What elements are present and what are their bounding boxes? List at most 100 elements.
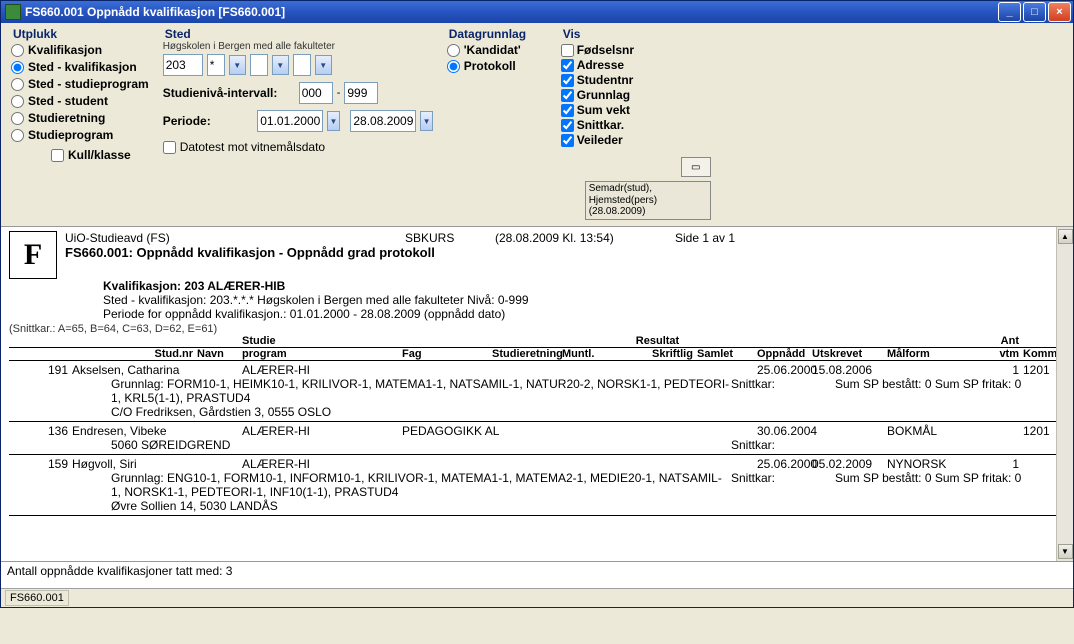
sted-legend: Sted (163, 27, 193, 41)
report-footer: Antall oppnådde kvalifikasjoner tatt med… (1, 561, 1073, 588)
lbl-sumvekt: Sum vekt (577, 103, 630, 117)
periode-to[interactable]: 28.08.2009 (350, 110, 416, 132)
utplukk-opt-sted-kvalifikasjon[interactable]: Sted - kvalifikasjon (11, 60, 149, 74)
sted-c[interactable] (293, 54, 311, 76)
dg-kandidat[interactable]: 'Kandidat' (447, 43, 547, 57)
window-title: FS660.001 Oppnådd kvalifikasjon [FS660.0… (25, 5, 996, 19)
label-sted-student: Sted - student (28, 94, 108, 108)
rpt-sted-line: Sted - kvalifikasjon: 203.*.*.* Høgskole… (103, 293, 1065, 307)
vis-snittkar[interactable]: Snittkar. (561, 118, 661, 132)
maximize-button[interactable]: □ (1023, 2, 1046, 22)
datotest-label: Datotest mot vitnemålsdato (180, 140, 325, 154)
ch-resultat: Resultat (636, 335, 679, 347)
person-row: 136 Endresen, Vibeke ALÆRER-HI PEDAGOGIK… (9, 422, 1065, 455)
scroll-down-icon[interactable]: ▼ (1058, 544, 1073, 559)
scroll-up-icon[interactable]: ▲ (1058, 229, 1073, 244)
radio-studieprogram[interactable] (11, 129, 24, 142)
radio-kvalifikasjon[interactable] (11, 44, 24, 57)
column-headers: Studie Resultat Ant (9, 335, 1065, 348)
lbl-adresse: Adresse (577, 58, 624, 72)
radio-sted-studieprogram[interactable] (11, 78, 24, 91)
label-kandidat: 'Kandidat' (464, 43, 521, 57)
radio-protokoll[interactable] (447, 60, 460, 73)
radio-sted-kvalifikasjon[interactable] (11, 61, 24, 74)
niv-from[interactable]: 000 (299, 82, 333, 104)
periode-to-dd-icon[interactable]: ▼ (420, 111, 432, 131)
sted-a[interactable]: * (207, 54, 225, 76)
cb-grunnlag[interactable] (561, 89, 574, 102)
utplukk-legend: Utplukk (11, 27, 59, 41)
ch-utskrevet: Utskrevet (812, 348, 862, 360)
app-window: FS660.001 Oppnådd kvalifikasjon [FS660.0… (0, 0, 1074, 608)
rpt-page: Side 1 av 1 (675, 231, 735, 245)
datagrunnlag-legend: Datagrunnlag (447, 27, 528, 41)
utplukk-opt-studieretning[interactable]: Studieretning (11, 111, 149, 125)
ch-samlet: Samlet (697, 348, 733, 360)
lbl-snittkar: Snittkar. (577, 118, 624, 132)
sted-fieldset: Sted Høgskolen i Bergen med alle fakulte… (163, 27, 433, 76)
vis-grunnlag[interactable]: Grunnlag (561, 88, 661, 102)
vis-studentnr[interactable]: Studentnr (561, 73, 661, 87)
vertical-scrollbar[interactable]: ▲ ▼ (1056, 227, 1073, 561)
cb-sumvekt[interactable] (561, 104, 574, 117)
cb-veileder[interactable] (561, 134, 574, 147)
periode-from-dd-icon[interactable]: ▼ (327, 111, 339, 131)
utplukk-opt-studieprogram[interactable]: Studieprogram (11, 128, 149, 142)
periode-label: Periode: (163, 114, 254, 128)
label-sted-studieprogram: Sted - studieprogram (28, 77, 149, 91)
statusbar: FS660.001 (1, 588, 1073, 607)
periode-from[interactable]: 01.01.2000 (257, 110, 323, 132)
rpt-snitt-note: (Snittkar.: A=65, B=64, C=63, D=62, E=61… (9, 323, 1065, 335)
radio-studieretning[interactable] (11, 112, 24, 125)
address-pick-button[interactable]: ▭ (681, 157, 711, 177)
sted-b-dd-icon[interactable]: ▼ (272, 55, 289, 75)
ch-fag: Fag (402, 348, 422, 360)
rpt-user: SBKURS (405, 231, 475, 245)
datotest-checkbox[interactable] (163, 141, 176, 154)
rpt-periode-line: Periode for oppnådd kvalifikasjon.: 01.0… (103, 307, 1065, 321)
ch-studieretning: Studieretning (492, 348, 563, 360)
app-icon (5, 4, 21, 20)
kull-klasse-checkbox[interactable] (51, 149, 64, 162)
radio-sted-student[interactable] (11, 95, 24, 108)
niv-to[interactable]: 999 (344, 82, 378, 104)
sted-note: Høgskolen i Bergen med alle fakulteter (163, 41, 433, 52)
vis-veileder[interactable]: Veileder (561, 133, 661, 147)
ch-studieprogram-top: Studie (242, 335, 276, 347)
lbl-veileder: Veileder (577, 133, 623, 147)
ch-oppnadd: Oppnådd (757, 348, 805, 360)
lbl-grunnlag: Grunnlag (577, 88, 630, 102)
vis-sumvekt[interactable]: Sum vekt (561, 103, 661, 117)
close-button[interactable]: × (1048, 2, 1071, 22)
cb-fodselsnr[interactable] (561, 44, 574, 57)
utplukk-opt-sted-student[interactable]: Sted - student (11, 94, 149, 108)
minimize-button[interactable]: _ (998, 2, 1021, 22)
sted-c-dd-icon[interactable]: ▼ (315, 55, 332, 75)
label-studieprogram: Studieprogram (28, 128, 113, 142)
ch-stud: Stud.nr (155, 348, 194, 360)
titlebar: FS660.001 Oppnådd kvalifikasjon [FS660.0… (1, 1, 1073, 23)
cb-studentnr[interactable] (561, 74, 574, 87)
statusbar-text: FS660.001 (5, 590, 69, 606)
radio-kandidat[interactable] (447, 44, 460, 57)
ch-skriftlig: Skriftlig (652, 348, 693, 360)
utplukk-opt-sted-studieprogram[interactable]: Sted - studieprogram (11, 77, 149, 91)
utplukk-fieldset: Utplukk Kvalifikasjon Sted - kvalifikasj… (11, 27, 149, 142)
kull-klasse-label: Kull/klasse (68, 148, 131, 162)
person-row: 191 Akselsen, Catharina ALÆRER-HI 25.06.… (9, 361, 1065, 422)
vis-adresse[interactable]: Adresse (561, 58, 661, 72)
sted-b[interactable] (250, 54, 268, 76)
vis-legend: Vis (561, 27, 583, 41)
criteria-panel: Utplukk Kvalifikasjon Sted - kvalifikasj… (1, 23, 1073, 226)
sted-a-dd-icon[interactable]: ▼ (229, 55, 246, 75)
dg-protokoll[interactable]: Protokoll (447, 59, 547, 73)
utplukk-opt-kvalifikasjon[interactable]: Kvalifikasjon (11, 43, 149, 57)
cb-adresse[interactable] (561, 59, 574, 72)
lbl-fodselsnr: Fødselsnr (577, 43, 634, 57)
vis-fodselsnr[interactable]: Fødselsnr (561, 43, 661, 57)
cb-snittkar[interactable] (561, 119, 574, 132)
sted-code-field[interactable]: 203 (163, 54, 203, 76)
kull-klasse-row: Kull/klasse (51, 148, 149, 162)
card-icon: ▭ (691, 162, 700, 173)
niv-label: Studienivå-intervall: (163, 86, 295, 100)
